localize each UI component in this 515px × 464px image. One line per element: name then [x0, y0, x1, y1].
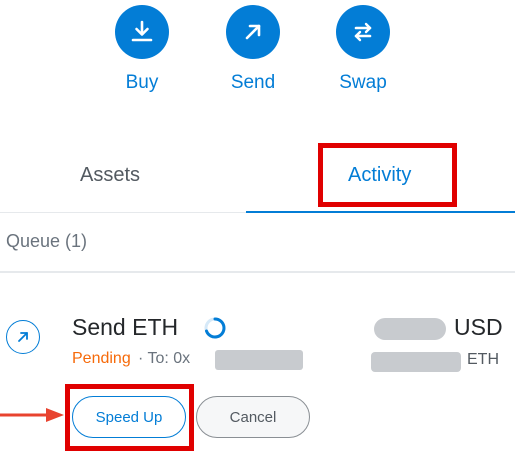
speed-up-highlight-box: [65, 384, 194, 451]
swap-icon: [354, 22, 372, 42]
arrow-up-right-icon: [18, 332, 28, 342]
redacted-crypto-amount: [371, 352, 461, 372]
transaction-recipient: · To: 0x: [138, 350, 191, 367]
spinner-icon: [204, 317, 226, 339]
queue-label: Queue (1): [6, 231, 88, 251]
queue-divider: [0, 271, 515, 273]
annotation-arrow: [0, 408, 64, 422]
cancel-button[interactable]: Cancel: [196, 396, 310, 438]
transaction-title[interactable]: Send ETH: [72, 314, 178, 341]
arrow-up-right-icon: [245, 24, 261, 40]
tab-assets[interactable]: Assets: [80, 164, 140, 187]
buy-button[interactable]: [115, 5, 169, 59]
send-tx-icon: [6, 320, 40, 354]
crypto-currency: ETH: [467, 351, 499, 368]
activity-highlight-box: [318, 143, 457, 207]
send-label[interactable]: Send: [213, 72, 293, 94]
swap-button[interactable]: [336, 5, 390, 59]
buy-label[interactable]: Buy: [102, 72, 182, 94]
fiat-currency: USD: [454, 314, 503, 340]
redacted-fiat-amount: [374, 318, 446, 340]
send-button[interactable]: [226, 5, 280, 59]
swap-label[interactable]: Swap: [323, 72, 403, 94]
transaction-status: Pending: [72, 350, 131, 367]
redacted-address: [215, 350, 303, 370]
download-icon: [131, 20, 153, 42]
